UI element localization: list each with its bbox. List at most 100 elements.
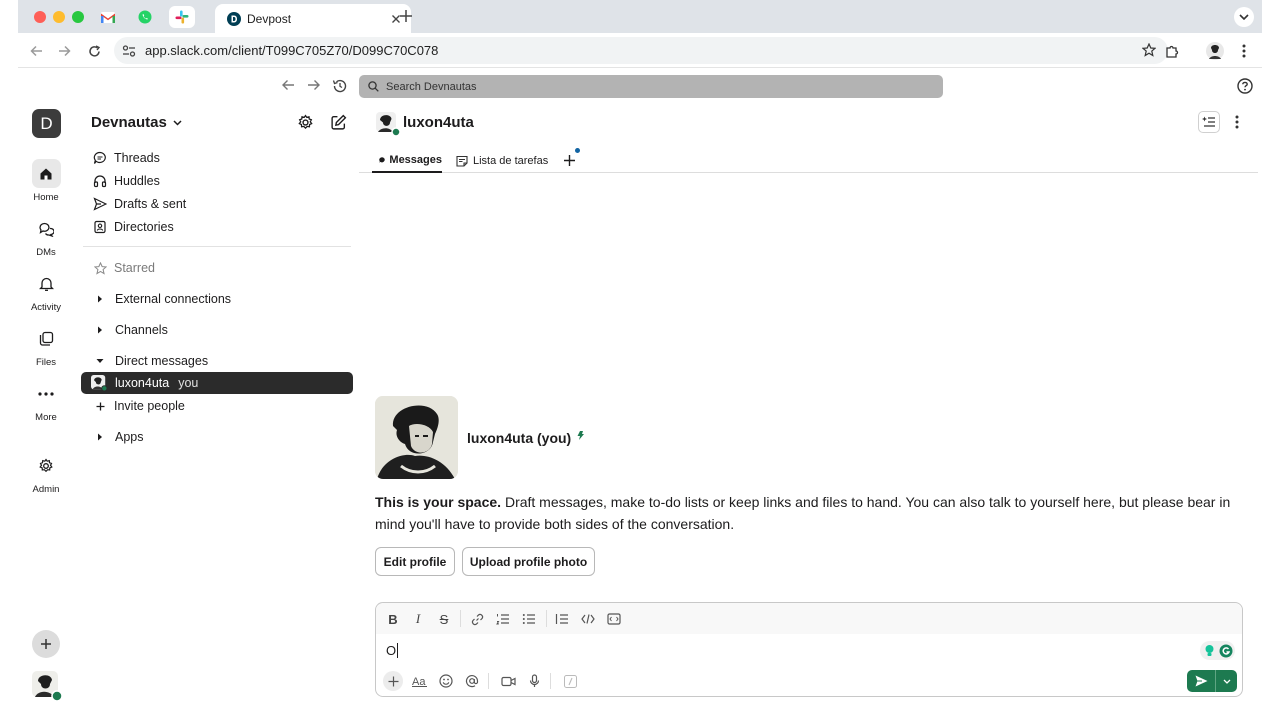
channel-menu-button[interactable] [1235,115,1239,129]
chevron-down-icon [1223,679,1230,684]
workspace-switcher[interactable]: D [32,109,61,138]
bookmark-star-button[interactable] [1142,43,1156,57]
arrow-left-icon [29,45,42,57]
attach-button[interactable] [383,671,403,691]
sidebar-section-dms[interactable]: Direct messages [83,350,353,372]
channel-avatar[interactable] [376,112,400,136]
search-input[interactable]: Search Devnautas [359,75,943,98]
strikethrough-button[interactable]: S [435,610,453,628]
rail-more[interactable]: More [18,379,74,423]
help-button[interactable] [1237,78,1253,94]
whatsapp-tab[interactable] [132,6,158,28]
rail-files-label: Files [35,357,57,368]
send-options-button[interactable] [1216,670,1237,692]
video-clip-button[interactable] [498,671,518,691]
add-tab-button[interactable] [563,148,581,173]
channel-tabs: Messages Lista de tarefas [359,146,1258,173]
send-icon [92,196,108,212]
sidebar-item-threads[interactable]: Threads [83,147,353,169]
message-input[interactable]: O [386,643,399,658]
channel-header: luxon4uta [359,106,1258,140]
profile-avatar-button[interactable] [1205,41,1225,61]
rail-dms[interactable]: DMs [18,214,74,258]
emoji-button[interactable] [436,671,456,691]
upload-photo-button[interactable]: Upload profile photo [462,547,595,576]
profile-photo[interactable] [375,396,458,479]
browser-menu-button[interactable] [1234,41,1254,61]
close-window-button[interactable] [34,11,46,23]
caret-right-icon [92,429,108,445]
lightbulb-icon [1205,645,1213,656]
new-tab-button[interactable] [399,9,413,23]
forward-button[interactable] [54,41,74,61]
sidebar-item-huddles[interactable]: Huddles [83,170,353,192]
workspace-menu[interactable]: Devnautas [91,114,182,131]
code-block-button[interactable] [605,610,623,628]
mention-button[interactable] [462,671,482,691]
message-input-value: O [386,643,397,658]
section-label: Apps [115,430,144,444]
rail-home[interactable]: Home [18,159,74,203]
compose-button[interactable] [330,114,347,131]
sidebar-item-drafts[interactable]: Drafts & sent [83,193,353,215]
section-label: Direct messages [115,354,209,368]
gmail-tab[interactable] [95,6,121,28]
sidebar-starred[interactable]: Starred [83,257,353,279]
add-workspace-button[interactable] [32,630,60,658]
history-back-button[interactable] [281,79,295,91]
summary-icon [1202,116,1215,127]
dms-icon [32,214,61,243]
plus-icon [92,398,108,414]
sidebar-section-apps[interactable]: Apps [83,426,353,448]
slack-top-bar: Search Devnautas [18,68,1262,106]
tab-todo-list[interactable]: Lista de tarefas [456,148,548,173]
maximize-window-button[interactable] [72,11,84,23]
tab-search-button[interactable] [1234,7,1254,27]
bulleted-list-button[interactable] [520,610,538,628]
sidebar-item-directories[interactable]: Directories [83,216,353,238]
grammarly-widget[interactable] [1200,641,1235,660]
invite-people-button[interactable]: Invite people [83,395,353,417]
slash-icon [563,674,577,688]
tab-messages[interactable]: Messages [372,148,442,173]
workspace-settings-button[interactable] [297,114,314,131]
conversation-pane: luxon4uta Messages Lista de tarefas luxo… [359,106,1258,716]
blockquote-button[interactable] [553,610,571,628]
sidebar-section-external[interactable]: External connections [83,288,353,310]
rail-admin[interactable]: Admin [18,451,74,495]
extensions-button[interactable] [1162,41,1182,61]
code-button[interactable] [579,610,597,628]
slack-tab[interactable] [169,6,195,28]
ai-summary-button[interactable] [1198,111,1220,133]
history-forward-button[interactable] [307,79,321,91]
ordered-list-button[interactable] [494,610,512,628]
formatting-toggle-button[interactable]: Aa [410,671,430,691]
italic-button[interactable]: I [409,610,427,628]
active-tab[interactable]: Devpost [215,4,411,33]
plus-icon [388,676,398,686]
kebab-menu-icon [1242,44,1246,58]
link-button[interactable] [468,610,486,628]
slash-command-button[interactable] [560,671,580,691]
directory-icon [92,219,108,235]
text-cursor [397,643,399,658]
omnibox[interactable]: app.slack.com/client/T099C705Z70/D099C70… [114,37,1168,64]
reload-button[interactable] [84,41,104,61]
rail-files[interactable]: Files [18,324,74,368]
dm-item-luxon4uta[interactable]: luxon4uta you [81,372,353,394]
bold-button[interactable]: B [384,610,402,628]
history-button[interactable] [332,78,348,94]
minimize-window-button[interactable] [53,11,65,23]
channel-title[interactable]: luxon4uta [403,114,474,131]
workspace-name: Devnautas [91,114,167,131]
audio-clip-button[interactable] [524,671,544,691]
edit-profile-button[interactable]: Edit profile [375,547,455,576]
back-button[interactable] [26,41,46,61]
user-avatar-button[interactable] [32,671,62,701]
rail-activity[interactable]: Activity [18,269,74,313]
send-button[interactable] [1187,670,1216,692]
site-info-icon[interactable] [122,44,136,57]
whatsapp-icon [138,10,152,24]
sidebar-section-channels[interactable]: Channels [83,319,353,341]
ordered-list-icon [496,614,509,625]
